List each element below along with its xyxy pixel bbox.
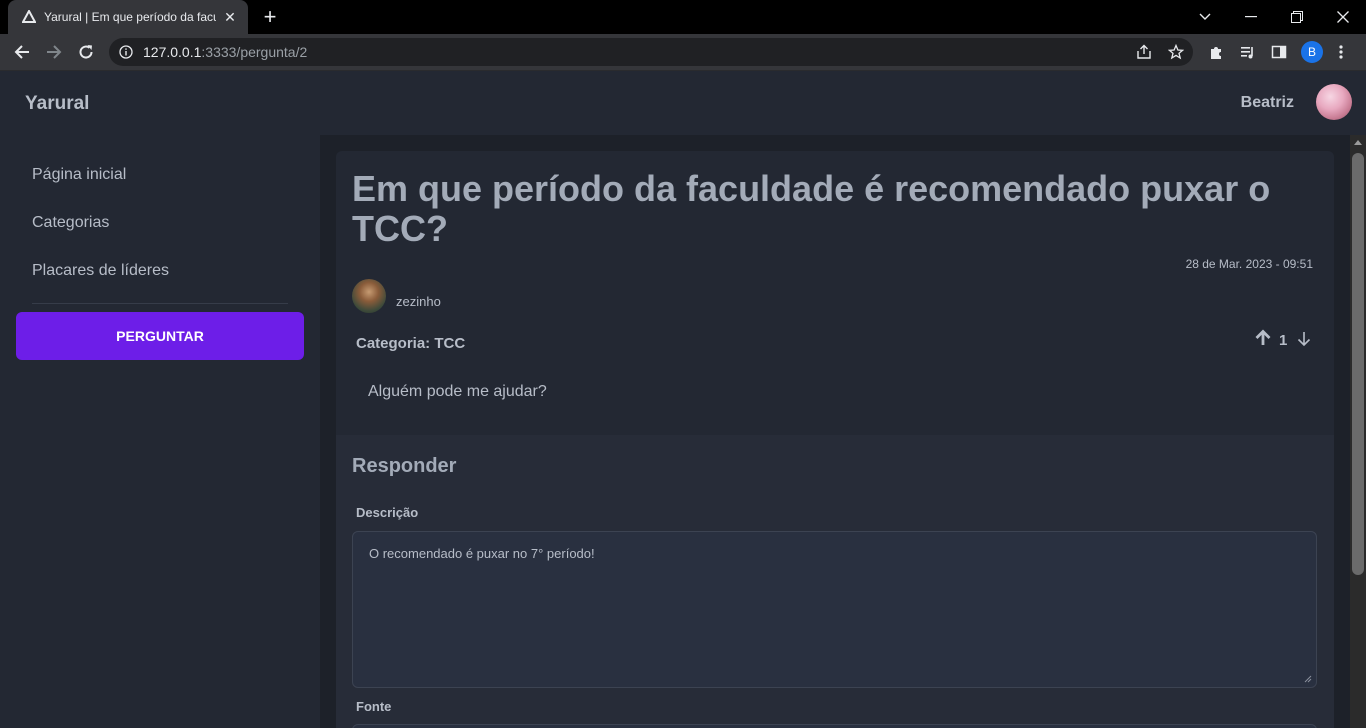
answer-heading: Responder xyxy=(352,455,457,477)
reload-icon[interactable] xyxy=(74,40,98,64)
address-bar[interactable]: 127.0.0.1:3333/pergunta/2 xyxy=(109,38,1193,66)
url-host: 127.0.0.1 xyxy=(143,44,202,60)
site-info-icon[interactable] xyxy=(119,45,133,59)
tab-search-icon[interactable] xyxy=(1182,0,1228,34)
resize-grip-icon[interactable] xyxy=(1304,675,1312,683)
question-body: Alguém pode me ajudar? xyxy=(368,383,547,400)
main-content: Em que período da faculdade é recomendad… xyxy=(320,135,1350,728)
source-input[interactable] xyxy=(352,724,1317,728)
upvote-arrow-icon[interactable] xyxy=(1254,329,1272,347)
description-label: Descrição xyxy=(356,505,419,520)
new-tab-button[interactable]: + xyxy=(258,6,282,28)
browser-menu-icon[interactable] xyxy=(1329,40,1353,64)
minimize-button[interactable] xyxy=(1228,0,1274,34)
ask-question-button[interactable]: PERGUNTAR xyxy=(16,312,304,360)
url-path: :3333/pergunta/2 xyxy=(201,44,308,60)
share-icon[interactable] xyxy=(1132,40,1156,64)
author-avatar[interactable] xyxy=(352,279,386,313)
forward-arrow-icon[interactable] xyxy=(42,40,66,64)
brand-logo[interactable]: Yarural xyxy=(25,93,89,115)
back-arrow-icon[interactable] xyxy=(10,40,34,64)
browser-profile-avatar[interactable]: B xyxy=(1301,41,1323,63)
sidebar-item-categories[interactable]: Categorias xyxy=(32,214,109,232)
sidebar-item-leaderboards[interactable]: Placares de líderes xyxy=(32,262,169,280)
page-scrollbar[interactable] xyxy=(1350,135,1366,728)
description-value: O recomendado é puxar no 7° período! xyxy=(369,546,595,561)
source-label: Fonte xyxy=(356,699,392,714)
media-queue-icon[interactable] xyxy=(1236,40,1260,64)
browser-tab-bar: Yarural | Em que período da facul ✕ + xyxy=(0,0,1366,34)
close-tab-icon[interactable]: ✕ xyxy=(222,9,238,26)
question-category: Categoria: TCC xyxy=(356,335,466,352)
sidebar-item-home[interactable]: Página inicial xyxy=(32,166,126,184)
user-avatar[interactable] xyxy=(1316,84,1352,120)
scrollbar-thumb[interactable] xyxy=(1352,153,1364,575)
answer-form: Responder Descrição O recomendado é puxa… xyxy=(336,435,1334,728)
app-header: Yarural Beatriz xyxy=(0,71,1366,135)
question-date: 28 de Mar. 2023 - 09:51 xyxy=(1185,257,1313,271)
author-name[interactable]: zezinho xyxy=(396,294,441,309)
side-panel-icon[interactable] xyxy=(1267,40,1291,64)
description-textarea[interactable]: O recomendado é puxar no 7° período! xyxy=(352,531,1317,688)
question-title: Em que período da faculdade é recomendad… xyxy=(352,168,1271,249)
browser-tab[interactable]: Yarural | Em que período da facul ✕ xyxy=(8,0,248,34)
extensions-puzzle-icon[interactable] xyxy=(1204,40,1228,64)
sidebar-divider xyxy=(32,303,288,304)
browser-toolbar: 127.0.0.1:3333/pergunta/2 B xyxy=(0,34,1366,71)
vote-count: 1 xyxy=(1279,332,1288,349)
scroll-up-arrow-icon[interactable] xyxy=(1354,140,1362,145)
tab-title: Yarural | Em que período da facul xyxy=(44,10,216,24)
sidebar: Página inicial Categorias Placares de lí… xyxy=(0,135,320,728)
user-name[interactable]: Beatriz xyxy=(1241,94,1294,112)
yarural-logo-icon xyxy=(22,10,36,24)
bookmark-star-icon[interactable] xyxy=(1164,40,1188,64)
downvote-arrow-icon[interactable] xyxy=(1296,330,1312,348)
question-card: Em que período da faculdade é recomendad… xyxy=(336,151,1334,435)
close-window-button[interactable] xyxy=(1320,0,1366,34)
restore-button[interactable] xyxy=(1274,0,1320,34)
